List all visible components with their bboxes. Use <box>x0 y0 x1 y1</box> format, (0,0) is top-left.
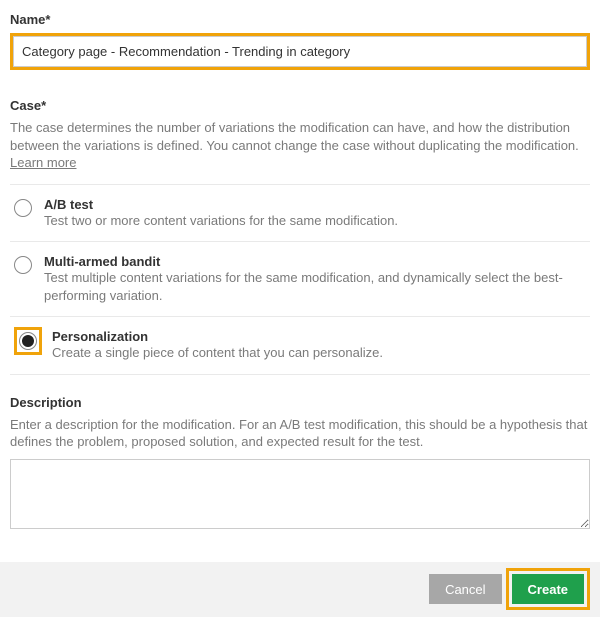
description-label: Description <box>10 395 590 410</box>
radio-title: Personalization <box>52 329 586 344</box>
name-highlight <box>10 33 590 70</box>
case-section: Case* The case determines the number of … <box>10 98 590 375</box>
name-label: Name* <box>10 12 590 27</box>
dialog-footer: Cancel Create <box>0 562 600 617</box>
radio-text: A/B test Test two or more content variat… <box>44 197 586 230</box>
radio-desc: Create a single piece of content that yo… <box>52 344 586 362</box>
case-option-personalization[interactable]: Personalization Create a single piece of… <box>10 317 590 375</box>
case-help: The case determines the number of variat… <box>10 119 590 172</box>
radio-text: Multi-armed bandit Test multiple content… <box>44 254 586 304</box>
case-help-text: The case determines the number of variat… <box>10 120 579 153</box>
case-option-multi-armed-bandit[interactable]: Multi-armed bandit Test multiple content… <box>10 242 590 317</box>
radio-icon <box>19 332 37 350</box>
learn-more-link[interactable]: Learn more <box>10 155 76 170</box>
description-section: Description Enter a description for the … <box>10 395 590 532</box>
personalization-highlight <box>14 327 42 355</box>
radio-desc: Test two or more content variations for … <box>44 212 586 230</box>
modification-form: Name* Case* The case determines the numb… <box>0 0 600 532</box>
cancel-button[interactable]: Cancel <box>429 574 501 604</box>
create-highlight: Create <box>506 568 590 610</box>
radio-icon <box>14 256 32 274</box>
case-label: Case* <box>10 98 590 113</box>
case-option-ab-test[interactable]: A/B test Test two or more content variat… <box>10 184 590 243</box>
description-help: Enter a description for the modification… <box>10 416 590 451</box>
radio-desc: Test multiple content variations for the… <box>44 269 586 304</box>
name-input[interactable] <box>13 36 587 67</box>
description-textarea[interactable] <box>10 459 590 529</box>
create-button[interactable]: Create <box>512 574 584 604</box>
radio-icon <box>14 199 32 217</box>
radio-title: Multi-armed bandit <box>44 254 586 269</box>
case-radio-group: A/B test Test two or more content variat… <box>10 184 590 375</box>
radio-title: A/B test <box>44 197 586 212</box>
radio-text: Personalization Create a single piece of… <box>52 329 586 362</box>
